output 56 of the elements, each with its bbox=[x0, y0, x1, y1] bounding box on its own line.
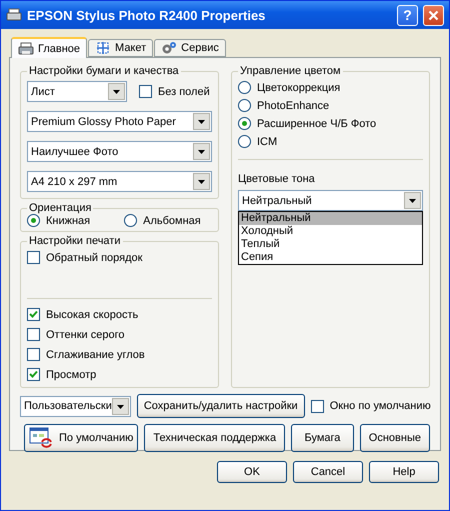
printer-icon bbox=[6, 8, 22, 22]
checkbox-label[interactable]: Обратный порядок bbox=[46, 252, 142, 264]
checkbox[interactable] bbox=[139, 85, 152, 98]
radio-button[interactable] bbox=[238, 135, 251, 148]
radio-button[interactable] bbox=[124, 214, 138, 227]
radio-label[interactable]: Расширенное Ч/Б Фото bbox=[257, 118, 376, 130]
action-button[interactable]: Техническая поддержка bbox=[144, 424, 286, 452]
radio-label[interactable]: Книжная bbox=[46, 214, 90, 226]
dialog-button[interactable]: Help bbox=[369, 461, 439, 483]
action-button[interactable]: По умолчанию bbox=[24, 424, 138, 452]
dialog-button[interactable]: OK bbox=[217, 461, 287, 483]
dialog-button[interactable]: Cancel bbox=[293, 461, 363, 483]
checkbox-label[interactable]: Окно по умолчанию bbox=[330, 400, 431, 412]
group-title: Управление цветом bbox=[239, 65, 342, 77]
presets-dropdown[interactable]: Пользовательски bbox=[20, 396, 131, 416]
window-reset-icon bbox=[29, 427, 53, 449]
action-button[interactable]: Бумага bbox=[291, 424, 354, 452]
checkbox-label[interactable]: Без полей bbox=[158, 86, 210, 98]
checkbox-label[interactable]: Оттенки серого bbox=[46, 328, 124, 340]
radio-button[interactable] bbox=[238, 117, 251, 130]
tab[interactable]: Макет bbox=[88, 39, 154, 57]
checkbox[interactable] bbox=[27, 328, 40, 341]
checkbox-label[interactable]: Высокая скорость bbox=[46, 308, 138, 320]
quality-dropdown[interactable]: Наилучшее Фото bbox=[27, 141, 212, 162]
radio-label[interactable]: Цветокоррекция bbox=[257, 82, 340, 94]
close-icon bbox=[428, 10, 439, 20]
checkbox[interactable] bbox=[27, 251, 40, 264]
checkbox[interactable] bbox=[310, 400, 324, 412]
paper-source-dropdown[interactable]: Лист bbox=[27, 81, 127, 102]
group-title: Настройки бумаги и качества bbox=[28, 65, 180, 77]
action-button[interactable]: Основные bbox=[360, 424, 430, 452]
checkbox[interactable] bbox=[27, 368, 40, 381]
checkbox-label[interactable]: Просмотр bbox=[46, 368, 96, 380]
help-button[interactable]: ? bbox=[397, 4, 418, 26]
printer-icon bbox=[18, 42, 34, 56]
radio-label[interactable]: PhotoEnhance bbox=[257, 100, 330, 112]
checkbox[interactable] bbox=[27, 308, 40, 321]
field-label: Цветовые тона bbox=[238, 173, 316, 185]
tab[interactable]: Сервис bbox=[154, 39, 226, 57]
group-title: Ориентация bbox=[28, 202, 92, 214]
media-type-dropdown[interactable]: Premium Glossy Photo Paper bbox=[27, 111, 212, 132]
radio-label[interactable]: Альбомная bbox=[143, 214, 201, 226]
close-button[interactable] bbox=[423, 4, 444, 26]
radio-button[interactable] bbox=[238, 81, 251, 94]
dropdown-option[interactable]: Нейтральный bbox=[239, 212, 422, 225]
save-settings-button[interactable]: Сохранить/удалить настройки bbox=[136, 394, 305, 418]
checkbox[interactable] bbox=[27, 348, 40, 361]
color-tone-dropdown[interactable]: Нейтральный bbox=[238, 190, 423, 211]
radio-button[interactable] bbox=[238, 99, 251, 112]
paper-size-dropdown[interactable]: A4 210 x 297 mm bbox=[27, 171, 212, 192]
radio-label[interactable]: ICM bbox=[257, 136, 278, 148]
window-title: EPSON Stylus Photo R2400 Properties bbox=[27, 8, 266, 22]
group-title: Настройки печати bbox=[28, 235, 122, 247]
radio-button[interactable] bbox=[27, 214, 40, 227]
tab[interactable]: Главное bbox=[11, 37, 88, 58]
checkbox-label[interactable]: Сглаживание углов bbox=[46, 348, 145, 360]
